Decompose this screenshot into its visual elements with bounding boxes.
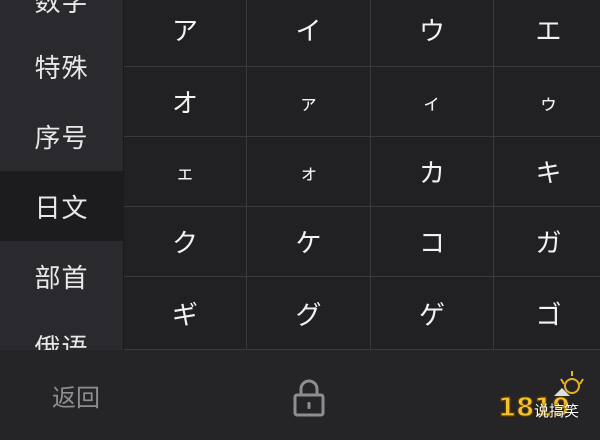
key-grid: ア イ ウ エ オ ァ ィ ゥ ェ ォ カ キ ク ケ コ ガ ギ グ ゲ ゴ: [124, 0, 600, 350]
key-ke[interactable]: ケ: [247, 207, 371, 277]
category-label: 特殊: [34, 53, 89, 84]
category-ordinal[interactable]: 序号: [0, 101, 123, 171]
key-ka[interactable]: カ: [371, 137, 494, 207]
key-small-o[interactable]: ォ: [247, 137, 371, 207]
category-russian[interactable]: 俄语: [0, 311, 123, 351]
key-ge[interactable]: ゲ: [371, 277, 494, 350]
category-sidebar: 数字 特殊 序号 日文 部首 俄语: [0, 0, 124, 350]
back-button[interactable]: 返回: [30, 350, 122, 440]
category-numbers[interactable]: 数字: [0, 0, 123, 35]
key-ku[interactable]: ク: [124, 207, 247, 277]
watermark-text: 说搞笑: [534, 402, 580, 420]
key-go[interactable]: ゴ: [494, 277, 600, 350]
key-o[interactable]: オ: [124, 67, 247, 137]
key-small-a[interactable]: ァ: [247, 67, 371, 137]
key-small-i[interactable]: ィ: [371, 67, 494, 137]
category-radicals[interactable]: 部首: [0, 241, 123, 311]
key-small-e[interactable]: ェ: [124, 137, 247, 207]
category-label: 俄语: [34, 333, 89, 351]
category-special[interactable]: 特殊: [0, 31, 123, 101]
key-ga[interactable]: ガ: [494, 207, 600, 277]
category-label: 部首: [34, 263, 89, 294]
lock-icon[interactable]: [288, 378, 330, 418]
category-label: 日文: [34, 193, 89, 224]
symbol-keyboard: 数字 特殊 序号 日文 部首 俄语 ア イ ウ エ オ ァ ィ ゥ ェ ォ カ …: [0, 0, 600, 440]
key-a[interactable]: ア: [124, 0, 247, 67]
category-label: 数字: [34, 0, 89, 18]
key-i[interactable]: イ: [247, 0, 371, 67]
key-u[interactable]: ウ: [371, 0, 494, 67]
key-gu[interactable]: グ: [247, 277, 371, 350]
key-small-u[interactable]: ゥ: [494, 67, 600, 137]
back-label: 返回: [52, 383, 100, 412]
key-ki[interactable]: キ: [494, 137, 600, 207]
category-japanese[interactable]: 日文: [0, 171, 123, 241]
key-gi[interactable]: ギ: [124, 277, 247, 350]
key-e[interactable]: エ: [494, 0, 600, 67]
key-ko[interactable]: コ: [371, 207, 494, 277]
category-label: 序号: [34, 123, 89, 154]
